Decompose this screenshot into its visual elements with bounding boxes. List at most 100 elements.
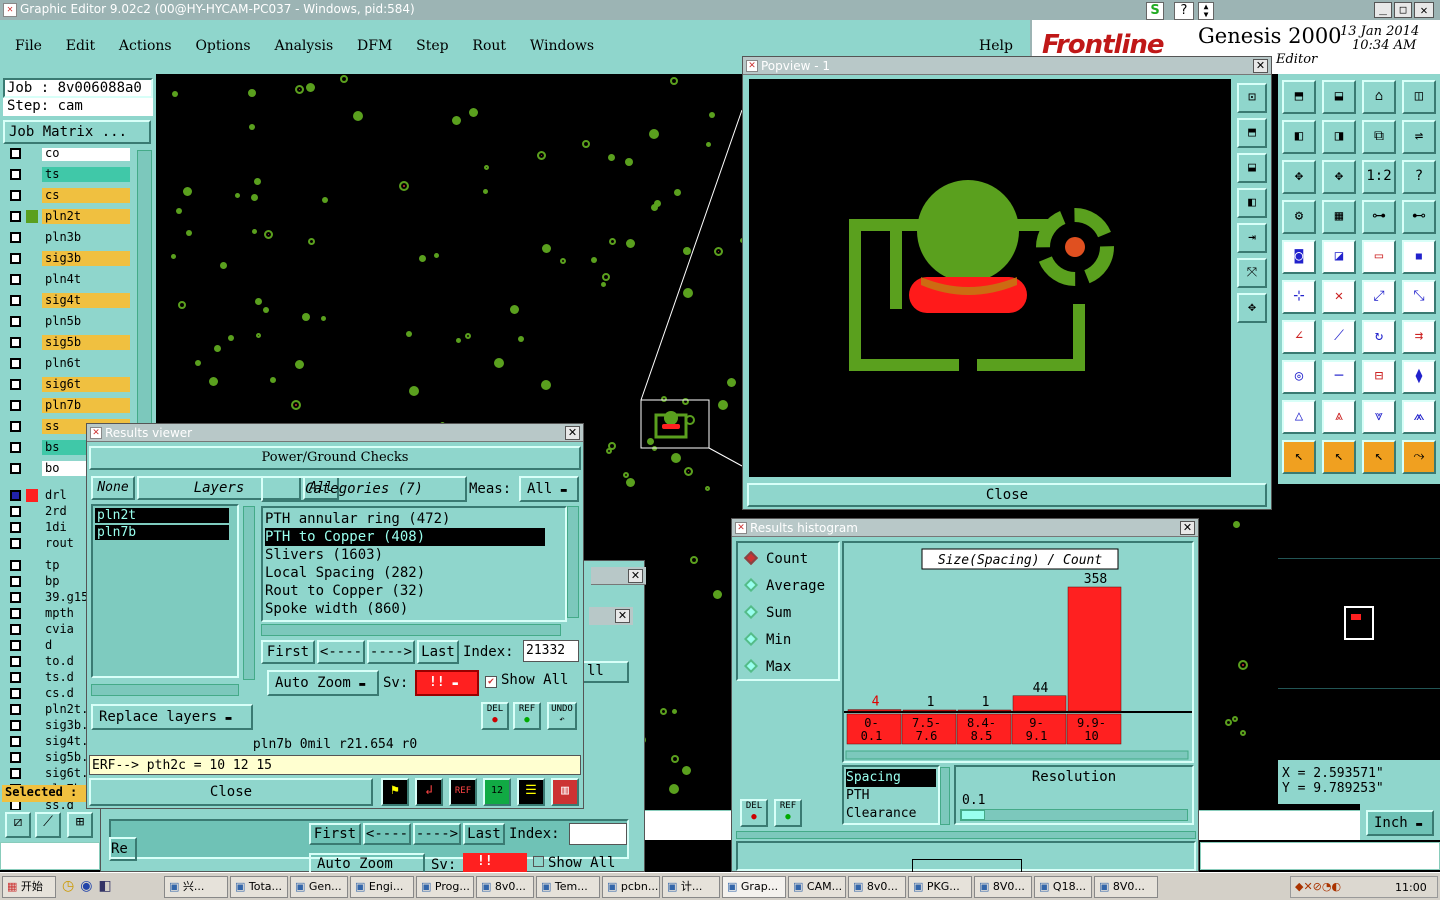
route-icon[interactable]: ⤳ (1402, 440, 1436, 474)
start-button[interactable]: ▦ 开始 (2, 876, 56, 898)
close-icon[interactable]: ✕ (1253, 59, 1268, 73)
taskbar-item[interactable]: ▣ pcbn... (602, 876, 660, 898)
list-item[interactable]: Spacing (846, 769, 936, 787)
split-icon[interactable]: ◫ (1402, 80, 1436, 114)
list-item[interactable]: Local Spacing (282) (265, 564, 565, 582)
property-list[interactable]: Spacing PTH Clearance (842, 765, 940, 825)
circle-icon[interactable]: ◎ (1282, 360, 1316, 394)
units-select[interactable]: Inch ▬ (1366, 810, 1434, 836)
taskbar-item[interactable]: ▣ Prog... (416, 876, 474, 898)
list-item[interactable]: PTH annular ring (472) (265, 510, 565, 528)
list-item[interactable]: PTH (846, 787, 936, 805)
tool-arrow-icon[interactable]: ↲ (415, 778, 443, 806)
taskbar-item[interactable]: ▣ 计... (662, 876, 720, 898)
results-close-button[interactable]: Close (89, 778, 373, 806)
mode-min[interactable]: Min (743, 631, 791, 648)
arrows-icon[interactable]: ⇉ (1402, 320, 1436, 354)
segment-icon[interactable]: ⊟ (1362, 360, 1396, 394)
del-button[interactable]: DEL ● (481, 702, 509, 730)
list-item[interactable]: Clearance (846, 805, 936, 823)
ref-button[interactable]: REF ● (513, 702, 541, 730)
layer-results-list[interactable]: pln2t pln7b (91, 504, 239, 678)
clock-app-icon[interactable]: ◷ (62, 878, 80, 894)
pointer-a-icon[interactable]: ↖ (1282, 440, 1316, 474)
taskbar-item[interactable]: ▣ Q18... (1034, 876, 1092, 898)
grid-icon[interactable]: ▦ (1322, 200, 1356, 234)
pan-left-icon[interactable]: ◧ (1282, 120, 1316, 154)
prev-button[interactable]: <---- (317, 640, 365, 664)
angle-icon[interactable]: ∠ (1282, 320, 1316, 354)
measure-icon[interactable]: ◪ (1322, 240, 1356, 274)
ratio-icon[interactable]: 1:2 (1362, 160, 1396, 194)
index-input[interactable]: 21332 (523, 640, 579, 662)
desktop-icon[interactable]: ◧ (98, 878, 117, 894)
back-sv-select[interactable]: !! (463, 853, 527, 873)
chart-bar[interactable] (1067, 586, 1122, 712)
back-index-input[interactable] (569, 823, 627, 845)
taskbar-item[interactable]: ▣ Gen... (290, 876, 348, 898)
back-partial-btn-ll[interactable]: ll (579, 661, 629, 683)
mini-map[interactable] (1278, 484, 1440, 760)
close-icon[interactable]: ✕ (565, 426, 580, 440)
layer-list-vscroll[interactable] (243, 506, 255, 680)
pop-expand-icon[interactable]: ⤧ (1237, 258, 1267, 288)
pop-next-icon[interactable]: ⇥ (1237, 223, 1267, 253)
cross-icon[interactable]: ✕ (1322, 280, 1356, 314)
mode-average[interactable]: Average (743, 577, 825, 594)
list-item[interactable]: Slivers (1603) (265, 546, 565, 564)
query-icon[interactable]: ? (1402, 160, 1436, 194)
line-a-icon[interactable]: ⤢ (1362, 280, 1396, 314)
mode-sum[interactable]: Sum (743, 604, 791, 621)
list-item[interactable]: pln7b (95, 525, 229, 540)
pop-pan-icon[interactable]: ◧ (1237, 188, 1267, 218)
mode-count[interactable]: Count (743, 550, 808, 567)
slider-thumb[interactable] (961, 810, 985, 820)
connect-a-icon[interactable]: ⊶ (1362, 200, 1396, 234)
pop-fit-icon[interactable]: ⊡ (1237, 83, 1267, 113)
mode-max[interactable]: Max (743, 658, 791, 675)
close-icon[interactable]: ✕ (628, 569, 643, 583)
chart-scrollbar[interactable] (845, 750, 1189, 760)
taskbar-item[interactable]: ▣ Engi... (350, 876, 414, 898)
settings-icon[interactable]: ⚙ (1282, 200, 1316, 234)
next-button[interactable]: ----> (367, 640, 415, 664)
back-last-button[interactable]: Last (463, 823, 505, 845)
taskbar-item[interactable]: ▣ CAM... (788, 876, 846, 898)
list-item[interactable]: pln2t (95, 508, 229, 523)
tri-a-icon[interactable]: △ (1282, 400, 1316, 434)
categories-list[interactable]: PTH annular ring (472) PTH to Copper (40… (261, 506, 567, 622)
rotate-icon[interactable]: ↻ (1362, 320, 1396, 354)
chart-bar[interactable] (847, 709, 902, 712)
pop-move-icon[interactable]: ✥ (1237, 293, 1267, 323)
back-show-all[interactable]: Show All (533, 855, 615, 871)
tri-b-icon[interactable]: ⩓ (1322, 400, 1356, 434)
hline-icon[interactable]: ─ (1322, 360, 1356, 394)
meas-select[interactable]: All ▬ (519, 476, 579, 502)
move-icon[interactable]: ✥ (1322, 160, 1356, 194)
taskbar-item[interactable]: ▣ 兴... (164, 876, 228, 898)
fit-icon[interactable]: ⬒ (1282, 80, 1316, 114)
chart-bar[interactable] (1012, 695, 1067, 712)
center-icon[interactable]: ✥ (1282, 160, 1316, 194)
tool-12-icon[interactable]: 12 (483, 778, 511, 806)
tri-c-icon[interactable]: ⩔ (1362, 400, 1396, 434)
pan-right-icon[interactable]: ◨ (1322, 120, 1356, 154)
pointer-b-icon[interactable]: ↖ (1322, 440, 1356, 474)
line-b-icon[interactable]: ⤡ (1402, 280, 1436, 314)
home-view-icon[interactable]: ⬓ (1322, 80, 1356, 114)
none-button[interactable]: None (91, 476, 135, 500)
hist-del-button[interactable]: DEL ● (740, 799, 768, 827)
house-icon[interactable]: ⌂ (1362, 80, 1396, 114)
taskbar-item[interactable]: ▣ Tem... (536, 876, 600, 898)
shape-icon[interactable]: ⧫ (1402, 360, 1436, 394)
tool-ref-icon[interactable]: REF (449, 778, 477, 806)
resolution-slider[interactable] (960, 809, 1188, 821)
pop-zoom-out-icon[interactable]: ⬓ (1237, 153, 1267, 183)
tri-d-icon[interactable]: ⩕ (1402, 400, 1436, 434)
taskbar-item[interactable]: ▣ 8V0... (974, 876, 1032, 898)
back-next-button[interactable]: ----> (413, 823, 461, 845)
show-all-checkbox[interactable]: ✔ Show All (485, 672, 568, 688)
back-first-button[interactable]: First (309, 823, 361, 845)
list-item[interactable]: Spoke width (860) (265, 600, 565, 618)
pop-zoom-in-icon[interactable]: ⬒ (1237, 118, 1267, 148)
